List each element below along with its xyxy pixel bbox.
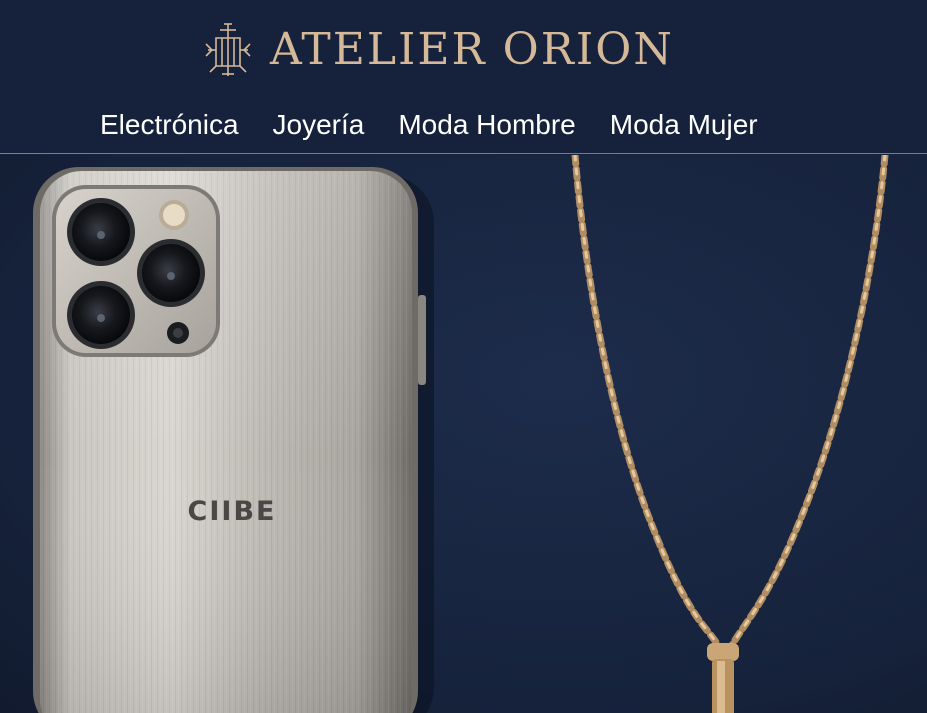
phone-brand-text: CIIBE	[188, 496, 277, 527]
site-header: ATELIER ORION Electrónica Joyería Moda H…	[0, 0, 927, 154]
brand-logo-link[interactable]: ATELIER ORION	[198, 20, 674, 80]
nav-item-moda-hombre[interactable]: Moda Hombre	[398, 104, 575, 146]
atelier-orion-monogram-icon	[205, 23, 251, 76]
nav-item-joyeria[interactable]: Joyería	[273, 104, 365, 146]
page: ATELIER ORION Electrónica Joyería Moda H…	[0, 0, 927, 713]
nav-item-moda-mujer[interactable]: Moda Mujer	[610, 104, 758, 146]
hero-image: CIIBE	[33, 155, 889, 713]
nav-item-electronica[interactable]: Electrónica	[100, 104, 239, 146]
main-navigation: Electrónica Joyería Moda Hombre Moda Muj…	[100, 104, 758, 146]
header-divider	[0, 153, 927, 154]
hero-banner[interactable]: CIIBE	[0, 155, 927, 713]
brand-name: ATELIER ORION	[270, 24, 674, 75]
